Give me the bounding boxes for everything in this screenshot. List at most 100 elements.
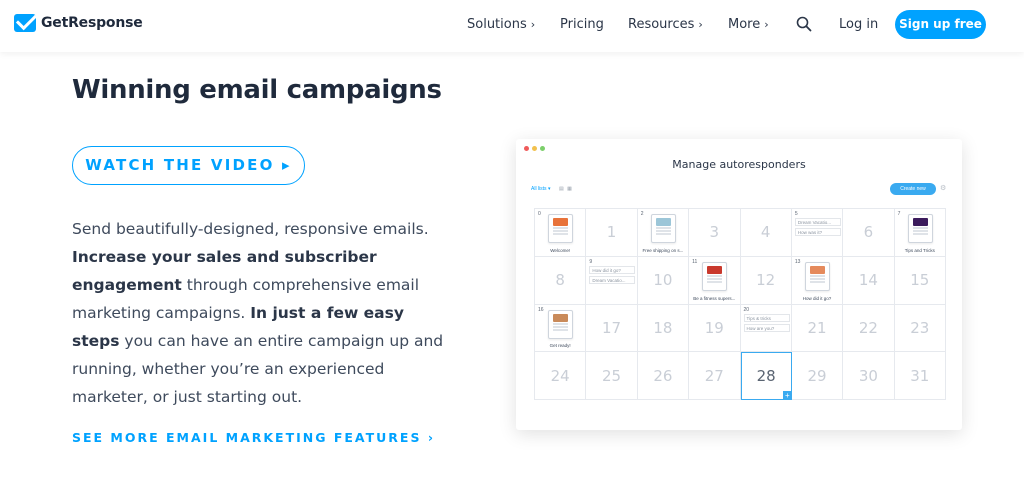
search-icon[interactable] xyxy=(796,16,812,32)
all-lists-dropdown[interactable]: All lists ▾ xyxy=(531,186,550,192)
calendar-day-21[interactable]: 21 xyxy=(791,304,844,353)
top-nav: GetResponse Solutions › Pricing Resources… xyxy=(0,0,1024,52)
calendar-day-23[interactable]: 23 xyxy=(894,304,946,353)
day-number: 27 xyxy=(704,366,724,385)
calendar-day-30[interactable]: 30 xyxy=(843,352,895,400)
autoresponder-chip[interactable]: How did it go? xyxy=(589,265,636,274)
nav-pricing[interactable]: Pricing xyxy=(560,17,604,32)
day-number: 3 xyxy=(709,223,720,242)
calendar-day-1[interactable]: 1 xyxy=(586,209,638,257)
envelope-logo-icon xyxy=(14,14,36,32)
chevron-right-icon: › xyxy=(764,18,769,31)
calendar-day-28[interactable]: 28 + xyxy=(740,352,792,400)
email-thumbnail[interactable] xyxy=(548,309,573,339)
login-link[interactable]: Log in xyxy=(839,17,878,32)
day-number: 11 xyxy=(692,258,698,265)
email-thumbnail[interactable] xyxy=(907,214,933,243)
calendar-day-6[interactable]: 6 xyxy=(843,209,895,257)
autoresponder-chip[interactable]: How are you? xyxy=(743,323,790,332)
email-thumbnail[interactable] xyxy=(702,261,728,291)
day-number: 29 xyxy=(807,366,827,385)
day-number: 13 xyxy=(794,258,801,265)
email-thumbnail[interactable] xyxy=(650,214,676,243)
nav-solutions[interactable]: Solutions › xyxy=(467,17,535,32)
calendar-day-19[interactable]: 19 xyxy=(689,304,741,353)
calendar-day-15[interactable]: 15 xyxy=(894,256,946,305)
day-number: 26 xyxy=(653,366,673,385)
autoresponder-chip[interactable]: Dream Vacatio... xyxy=(589,275,636,284)
view-toggle-icon[interactable]: ▤ ▦ xyxy=(559,186,573,192)
calendar-day-11[interactable]: 11 Be a fitness supers... xyxy=(689,256,741,305)
nav-solutions-label: Solutions xyxy=(467,17,527,32)
day-number: 28 xyxy=(756,367,776,386)
calendar-day-9[interactable]: 9 How did it go? Dream Vacatio... xyxy=(586,256,638,305)
email-label: Be a fitness supers... xyxy=(693,295,736,301)
nav-more-label: More xyxy=(728,17,761,32)
see-more-features-link[interactable]: SEE MORE EMAIL MARKETING FEATURES › xyxy=(72,430,435,445)
day-number: 25 xyxy=(602,366,622,385)
nav-resources-label: Resources xyxy=(628,17,695,32)
day-number: 17 xyxy=(602,318,622,337)
day-number: 22 xyxy=(858,318,878,337)
email-label: Welcome! xyxy=(550,247,571,253)
add-icon[interactable]: + xyxy=(782,391,792,400)
app-title: Manage autoresponders xyxy=(672,158,806,171)
calendar-day-12[interactable]: 12 xyxy=(740,256,792,305)
gear-icon[interactable]: ⚙ xyxy=(940,184,946,192)
signup-button[interactable]: Sign up free xyxy=(895,10,986,39)
calendar-day-24[interactable]: 24 xyxy=(535,352,587,400)
minimize-dot-icon xyxy=(532,146,537,151)
calendar-day-14[interactable]: 14 xyxy=(843,256,895,305)
autoresponder-chip[interactable]: Tips & tricks xyxy=(743,313,790,322)
calendar-day-2[interactable]: 2 Free shipping on s... xyxy=(637,209,690,257)
day-number: 24 xyxy=(550,366,570,385)
calendar-grid: 0 Welcome! 1 2 Free shipping on s... 3 4 5 Dream… xyxy=(534,208,946,400)
hero-description: Send beautifully-designed, responsive em… xyxy=(72,215,452,411)
watch-video-button[interactable]: WATCH THE VIDEO ▸ xyxy=(72,146,305,185)
calendar-day-26[interactable]: 26 xyxy=(637,352,690,400)
logo[interactable]: GetResponse xyxy=(14,14,143,32)
email-thumbnail[interactable] xyxy=(804,261,830,291)
calendar-day-4[interactable]: 4 xyxy=(740,209,792,257)
calendar-day-18[interactable]: 18 xyxy=(637,304,690,353)
close-dot-icon xyxy=(524,146,529,151)
calendar-day-16[interactable]: 16 Get ready! xyxy=(535,304,587,353)
calendar-day-7[interactable]: 7 Tips and Tricks xyxy=(894,209,946,257)
nav-resources[interactable]: Resources › xyxy=(628,17,703,32)
calendar-day-25[interactable]: 25 xyxy=(586,352,638,400)
maximize-dot-icon xyxy=(540,146,545,151)
calendar-day-22[interactable]: 22 xyxy=(843,304,895,353)
email-label: Get ready! xyxy=(549,343,571,349)
autoresponder-chip[interactable]: How was it? xyxy=(794,228,841,236)
day-number: 9 xyxy=(589,258,593,265)
calendar-day-5[interactable]: 5 Dream Vacatio... How was it? xyxy=(791,209,844,257)
day-number: 31 xyxy=(910,366,930,385)
day-number: 8 xyxy=(555,271,565,290)
day-number: 10 xyxy=(653,271,673,290)
nav-more[interactable]: More › xyxy=(728,17,769,32)
calendar-day-31[interactable]: 31 xyxy=(894,352,946,400)
calendar-day-27[interactable]: 27 xyxy=(689,352,741,400)
day-number: 4 xyxy=(760,223,771,242)
day-number: 20 xyxy=(743,306,750,313)
calendar-day-8[interactable]: 8 xyxy=(535,256,587,305)
brand-name: GetResponse xyxy=(41,15,143,31)
create-new-button[interactable]: Create new xyxy=(890,183,936,195)
day-number: 2 xyxy=(640,211,644,217)
email-label: Free shipping on s... xyxy=(642,247,684,253)
email-label: Tips and Tricks xyxy=(904,247,935,253)
calendar-day-13[interactable]: 13 How did it go? xyxy=(791,256,844,305)
calendar-day-0[interactable]: 0 Welcome! xyxy=(535,209,587,257)
day-number: 6 xyxy=(863,223,874,242)
email-thumbnail[interactable] xyxy=(548,214,573,243)
calendar-day-10[interactable]: 10 xyxy=(637,256,690,305)
calendar-day-17[interactable]: 17 xyxy=(586,304,638,353)
day-number: 19 xyxy=(704,318,724,337)
calendar-day-29[interactable]: 29 xyxy=(791,352,844,400)
calendar-day-20[interactable]: 20 Tips & tricks How are you? xyxy=(740,304,792,353)
autoresponder-chip[interactable]: Dream Vacatio... xyxy=(794,218,841,226)
day-number: 18 xyxy=(653,318,673,337)
calendar-day-3[interactable]: 3 xyxy=(689,209,741,257)
nav-pricing-label: Pricing xyxy=(560,17,604,32)
hero-text-1: Send beautifully-designed, responsive em… xyxy=(72,220,429,238)
